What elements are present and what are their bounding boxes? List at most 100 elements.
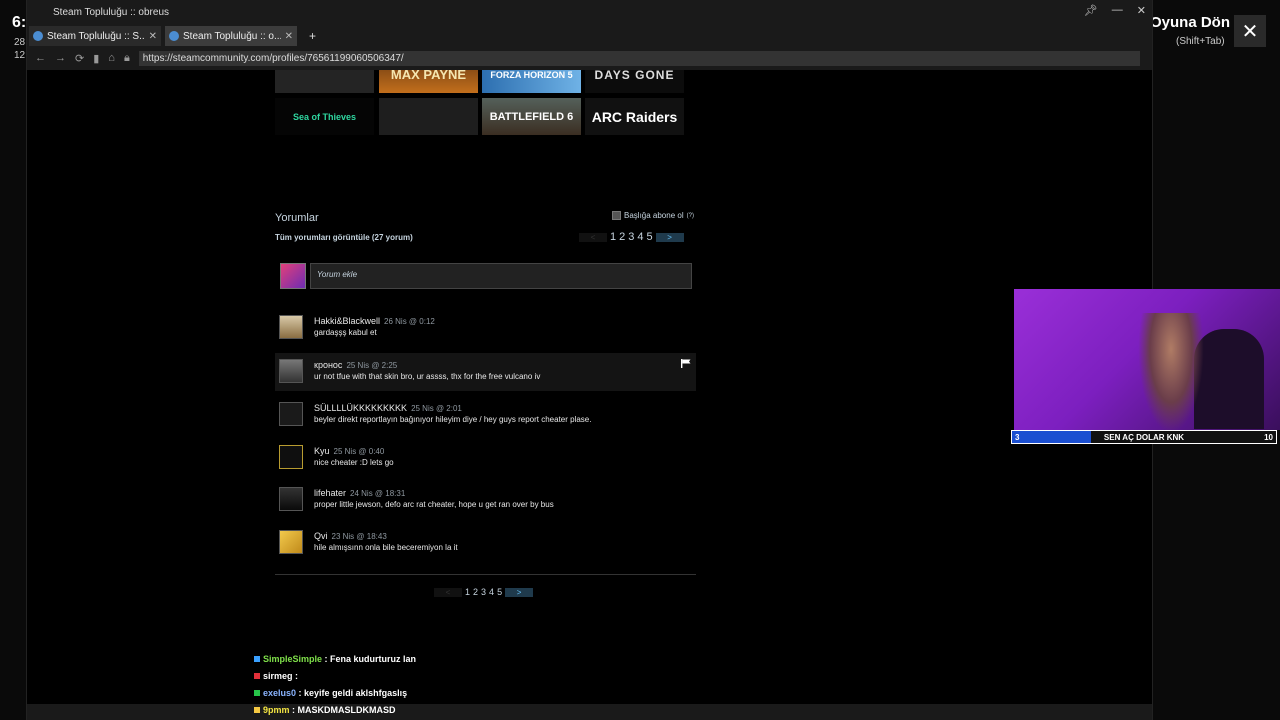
game-tile[interactable]: Sea of Thieves	[275, 98, 374, 135]
avatar[interactable]	[279, 530, 303, 554]
forward-icon[interactable]: →	[55, 52, 66, 64]
tab-close-icon[interactable]: ✕	[149, 31, 157, 42]
home-icon[interactable]: ⌂	[108, 52, 115, 64]
avatar	[280, 263, 306, 289]
comment-text: proper little jewson, defo arc rat cheat…	[314, 500, 554, 509]
chat-badge-icon	[254, 707, 260, 713]
subscribe-thread[interactable]: Başlığa abone ol (?)	[612, 211, 694, 220]
pager-page[interactable]: 1	[610, 231, 616, 243]
chat-text: : Fena kudurturuz lan	[324, 654, 417, 664]
chat-user: exelus0	[263, 688, 297, 698]
screen: 6: 28 12. Oyuna Dön (Shift+Tab) ✕ Steam …	[0, 0, 1280, 720]
tab-label: Steam Topluluğu :: S...	[47, 30, 145, 42]
avatar[interactable]	[279, 315, 303, 339]
game-tile[interactable]	[379, 98, 478, 135]
return-to-game-button[interactable]: Oyuna Dön	[1150, 14, 1230, 31]
goal-bar: 3 SEN AÇ DOLAR KNK 10	[1011, 430, 1277, 444]
chat-badge-icon	[254, 690, 260, 696]
avatar[interactable]	[279, 359, 303, 383]
pager-prev-button[interactable]: <	[434, 587, 462, 597]
avatar[interactable]	[279, 487, 303, 511]
pager-page[interactable]: 3	[628, 231, 634, 243]
avatar[interactable]	[279, 445, 303, 469]
chat-text: : keyife geldi aklshfgaslış	[298, 688, 408, 698]
comment-text: hile almışsınn onla bile beceremiyon la …	[314, 543, 458, 552]
comment: Hakki&Blackwell 26 Nis @ 0:12 gardaşşş ka…	[275, 309, 696, 347]
browser-tabbar: Steam Topluluğu :: S... ✕ Steam Topluluğ…	[27, 24, 1152, 46]
comment: SÜLLLLÜKKKKKKKKK 25 Nis @ 2:01 beyler dir…	[275, 396, 696, 434]
comment-time: 25 Nis @ 2:25	[346, 361, 398, 370]
comment-text: beyler direkt reportlayın bağınıyor hile…	[314, 415, 592, 424]
chat-user: 9pmm	[263, 705, 290, 715]
tab-close-icon[interactable]: ✕	[285, 31, 293, 42]
comment-author[interactable]: Hakki&Blackwell	[314, 316, 380, 326]
comment-time: 25 Nis @ 2:01	[411, 404, 462, 413]
window-controls: 📌︎ — ✕	[1084, 4, 1146, 17]
close-window-icon[interactable]: ✕	[1137, 4, 1146, 17]
bookmark-icon[interactable]: ▮	[93, 52, 99, 65]
avatar[interactable]	[279, 402, 303, 426]
tab-steam-community-2[interactable]: Steam Topluluğu :: o... ✕	[165, 26, 297, 46]
lock-icon: 🔒︎	[123, 51, 130, 64]
comment-author[interactable]: SÜLLLLÜKKKKKKKKK	[314, 403, 407, 413]
new-tab-button[interactable]: +	[301, 29, 324, 46]
pager-page[interactable]: 2	[473, 587, 478, 597]
comment: lifehater 24 Nis @ 18:31 proper little je…	[275, 481, 696, 519]
chat-user: sirmeg	[263, 671, 293, 681]
chat-user: SimpleSimple	[263, 654, 323, 664]
comment-time: 25 Nis @ 0:40	[333, 447, 385, 456]
chat-message: 9pmm : MASKDMASLDKMASD	[254, 705, 396, 715]
chair-shape	[1194, 329, 1264, 429]
close-overlay-button[interactable]: ✕	[1234, 15, 1266, 47]
chat-text: : MASKDMASLDKMASD	[292, 705, 396, 715]
back-icon[interactable]: ←	[35, 52, 46, 64]
comment-author[interactable]: Kyu	[314, 446, 330, 456]
subscribe-help-link[interactable]: (?)	[687, 213, 694, 219]
tab-steam-community-1[interactable]: Steam Topluluğu :: S... ✕	[29, 26, 161, 46]
comments-title: Yorumlar	[275, 212, 319, 224]
comment: Kyu 25 Nis @ 0:40 nice cheater :D lets go	[275, 439, 696, 477]
pager-page[interactable]: 5	[497, 587, 502, 597]
comment: кронос 25 Nis @ 2:25 ur not tfue with tha…	[275, 353, 696, 391]
pager-page[interactable]: 2	[619, 231, 625, 243]
comment-time: 24 Nis @ 18:31	[350, 489, 406, 498]
browser-titlebar[interactable]: Steam Topluluğu :: obreus 📌︎ — ✕	[27, 0, 1152, 24]
browser-navbar: ← → ⟳ ▮ ⌂ 🔒︎ https://steamcommunity.com/…	[27, 46, 1152, 70]
game-tile[interactable]: FORZA HORIZON 5	[482, 70, 581, 93]
return-to-game-hint: (Shift+Tab)	[1176, 36, 1225, 47]
pager-prev-button[interactable]: <	[579, 232, 607, 242]
steam-icon	[169, 31, 179, 41]
minimize-icon[interactable]: —	[1112, 4, 1123, 17]
comment-time: 23 Nis @ 18:43	[331, 532, 387, 541]
pager-page[interactable]: 3	[481, 587, 486, 597]
view-all-comments-link[interactable]: Tüm yorumları görüntüle (27 yorum)	[275, 233, 413, 242]
subscribe-checkbox[interactable]	[612, 211, 621, 220]
comment-input[interactable]: Yorum ekle	[310, 263, 692, 289]
goal-label: SEN AÇ DOLAR KNK	[1103, 433, 1185, 442]
report-flag-icon[interactable]	[681, 359, 691, 368]
pager-bottom: < 1 2 3 4 5 >	[434, 587, 534, 597]
comment-author[interactable]: lifehater	[314, 488, 346, 498]
pager-next-button[interactable]: >	[655, 232, 684, 242]
pin-icon[interactable]: 📌︎	[1084, 4, 1098, 17]
comment-author[interactable]: Qvi	[314, 531, 328, 541]
pager-page[interactable]: 4	[637, 231, 643, 243]
url-bar[interactable]: https://steamcommunity.com/profiles/7656…	[138, 50, 1140, 66]
browser-statusbar	[27, 704, 1152, 720]
subscribe-label: Başlığa abone ol	[624, 211, 684, 220]
chat-message: exelus0 : keyife geldi aklshfgaslış	[254, 688, 407, 698]
game-tile[interactable]: BATTLEFIELD 6	[482, 98, 581, 135]
chat-badge-icon	[254, 656, 260, 662]
pager-page[interactable]: 4	[489, 587, 494, 597]
comment-author[interactable]: кронос	[314, 360, 342, 370]
game-tile[interactable]	[275, 70, 374, 93]
game-tile[interactable]: MAX PAYNE	[379, 70, 478, 93]
pager-page[interactable]: 1	[465, 587, 470, 597]
chat-message: sirmeg :	[254, 671, 298, 681]
pager-next-button[interactable]: >	[505, 587, 534, 597]
game-tile[interactable]: DAYS GONE	[585, 70, 684, 93]
pager-page[interactable]: 5	[647, 231, 653, 243]
chat-badge-icon	[254, 673, 260, 679]
game-tile[interactable]: ARC Raiders	[585, 98, 684, 135]
reload-icon[interactable]: ⟳	[75, 52, 84, 65]
